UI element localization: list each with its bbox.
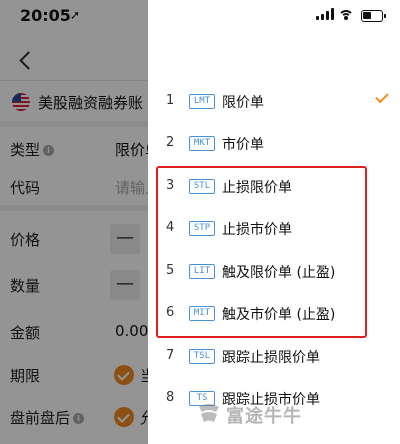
option-number: 1	[166, 93, 175, 108]
order-code-badge: TSL	[189, 349, 215, 364]
option-number: 7	[166, 348, 175, 363]
watermark-text: 富途牛牛	[226, 406, 302, 427]
order-type-option-lmt[interactable]: 1 LMT 限价单	[148, 81, 400, 123]
signal-bar	[316, 16, 319, 20]
signal-bar	[331, 8, 334, 20]
signal-bar	[326, 11, 329, 20]
option-number: 2	[166, 135, 175, 150]
signal-bar	[321, 14, 324, 20]
option-number: 8	[166, 390, 175, 405]
order-type-name: 市价单	[222, 137, 264, 153]
order-type-name: 跟踪止损限价单	[222, 350, 320, 366]
selected-checkmark-icon	[375, 89, 389, 104]
order-type-option-tsl[interactable]: 7 TSL 跟踪止损限价单	[148, 336, 400, 378]
order-type-option-mkt[interactable]: 2 MKT 市价单	[148, 123, 400, 165]
futu-logo-icon	[199, 404, 219, 422]
highlight-annotation-box	[156, 166, 367, 338]
order-type-name: 限价单	[222, 95, 264, 111]
order-code-badge: MKT	[189, 136, 215, 151]
futu-watermark: 富途牛牛	[196, 399, 376, 427]
wifi-icon	[338, 9, 354, 23]
battery-icon	[361, 10, 386, 22]
order-code-badge: LMT	[189, 94, 215, 109]
